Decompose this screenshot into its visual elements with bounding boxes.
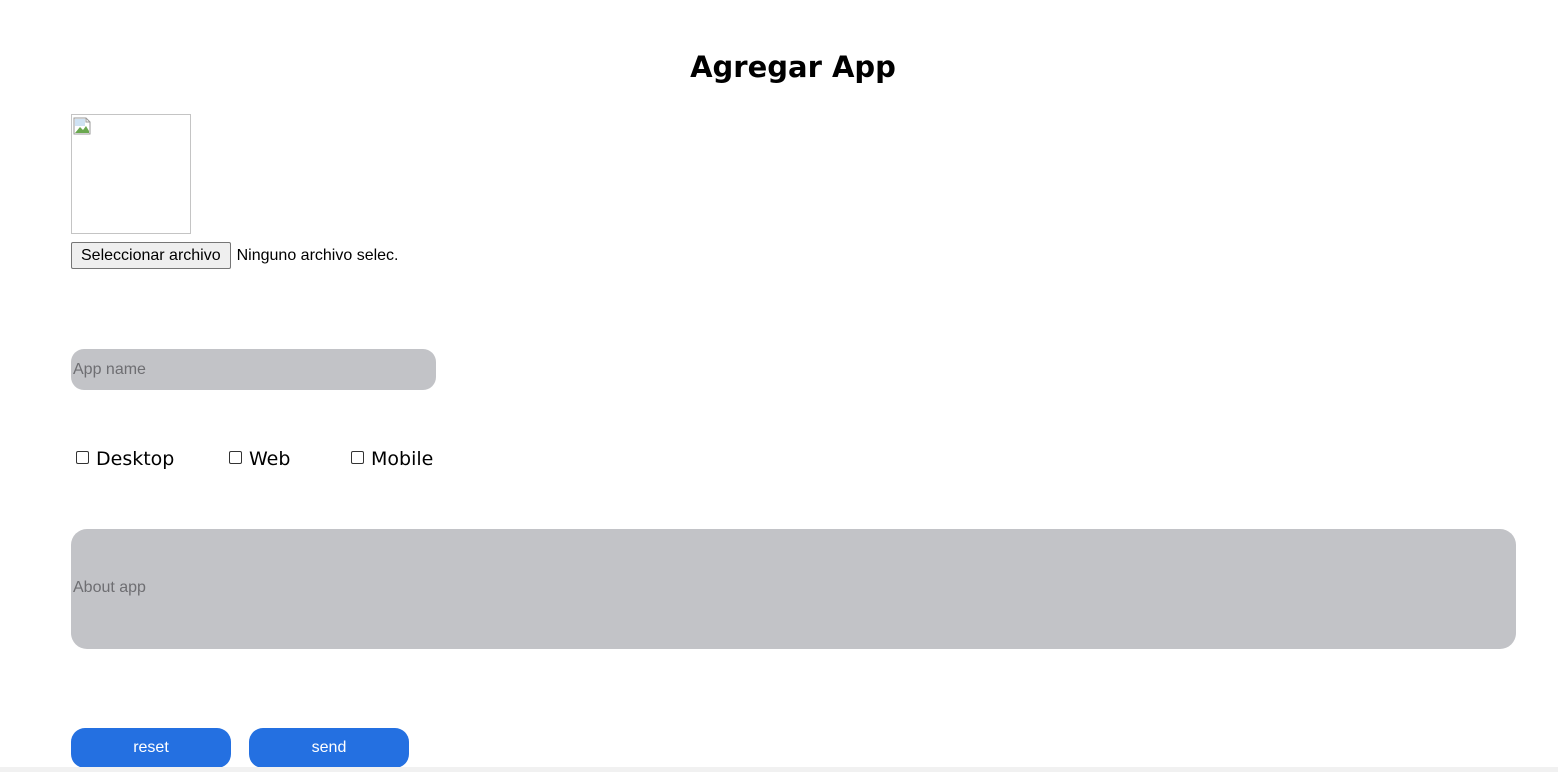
desktop-label: Desktop bbox=[96, 448, 175, 470]
mobile-checkbox[interactable] bbox=[351, 450, 364, 464]
file-picker: Seleccionar archivo Ninguno archivo sele… bbox=[71, 242, 399, 269]
bottom-edge bbox=[0, 767, 1558, 772]
broken-image-icon bbox=[73, 117, 91, 135]
page-title: Agregar App bbox=[690, 50, 896, 84]
add-app-page: Agregar App Seleccionar archivo Ninguno … bbox=[0, 0, 1558, 772]
about-app-textarea[interactable]: About app bbox=[71, 529, 1516, 649]
mobile-label: Mobile bbox=[371, 448, 434, 470]
choose-file-button[interactable]: Seleccionar archivo bbox=[71, 242, 231, 269]
app-image-preview bbox=[71, 114, 191, 234]
platform-option-mobile[interactable]: Mobile bbox=[351, 446, 433, 472]
desktop-checkbox[interactable] bbox=[76, 450, 89, 464]
web-label: Web bbox=[249, 448, 291, 470]
platform-option-desktop[interactable]: Desktop bbox=[76, 446, 174, 472]
file-status-text: Ninguno archivo selec. bbox=[236, 246, 399, 264]
app-name-input[interactable] bbox=[71, 349, 436, 390]
about-app-placeholder: About app bbox=[73, 579, 146, 596]
platform-option-web[interactable]: Web bbox=[229, 446, 290, 472]
web-checkbox[interactable] bbox=[229, 450, 242, 464]
send-button[interactable]: send bbox=[249, 728, 409, 768]
reset-button[interactable]: reset bbox=[71, 728, 231, 768]
